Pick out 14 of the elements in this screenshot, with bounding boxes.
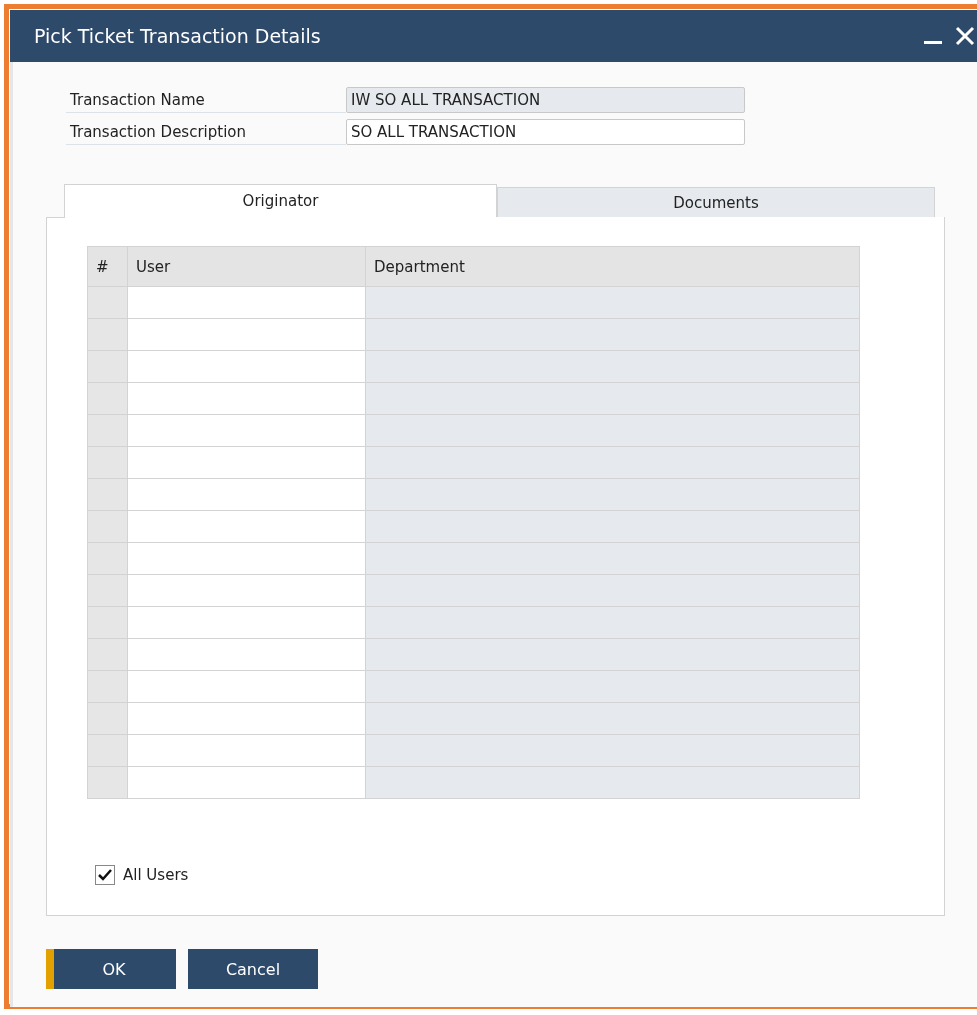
tab[interactable]: Documents <box>497 187 935 217</box>
tab[interactable]: Originator <box>64 184 497 217</box>
dialog-button[interactable]: OK <box>46 949 176 989</box>
text-field[interactable]: SO ALL TRANSACTION <box>346 119 745 145</box>
dialog-button[interactable]: Cancel <box>188 949 318 989</box>
column-header: User <box>127 246 366 287</box>
close-icon[interactable] <box>955 26 975 46</box>
field-label: Transaction Description <box>66 119 346 145</box>
column-header: # <box>87 246 128 287</box>
checkbox-label: All Users <box>123 866 189 884</box>
field-label: Transaction Name <box>66 87 346 113</box>
column-header: Department <box>365 246 860 287</box>
window-title: Pick Ticket Transaction Details <box>34 25 322 47</box>
checkbox[interactable] <box>95 865 115 885</box>
